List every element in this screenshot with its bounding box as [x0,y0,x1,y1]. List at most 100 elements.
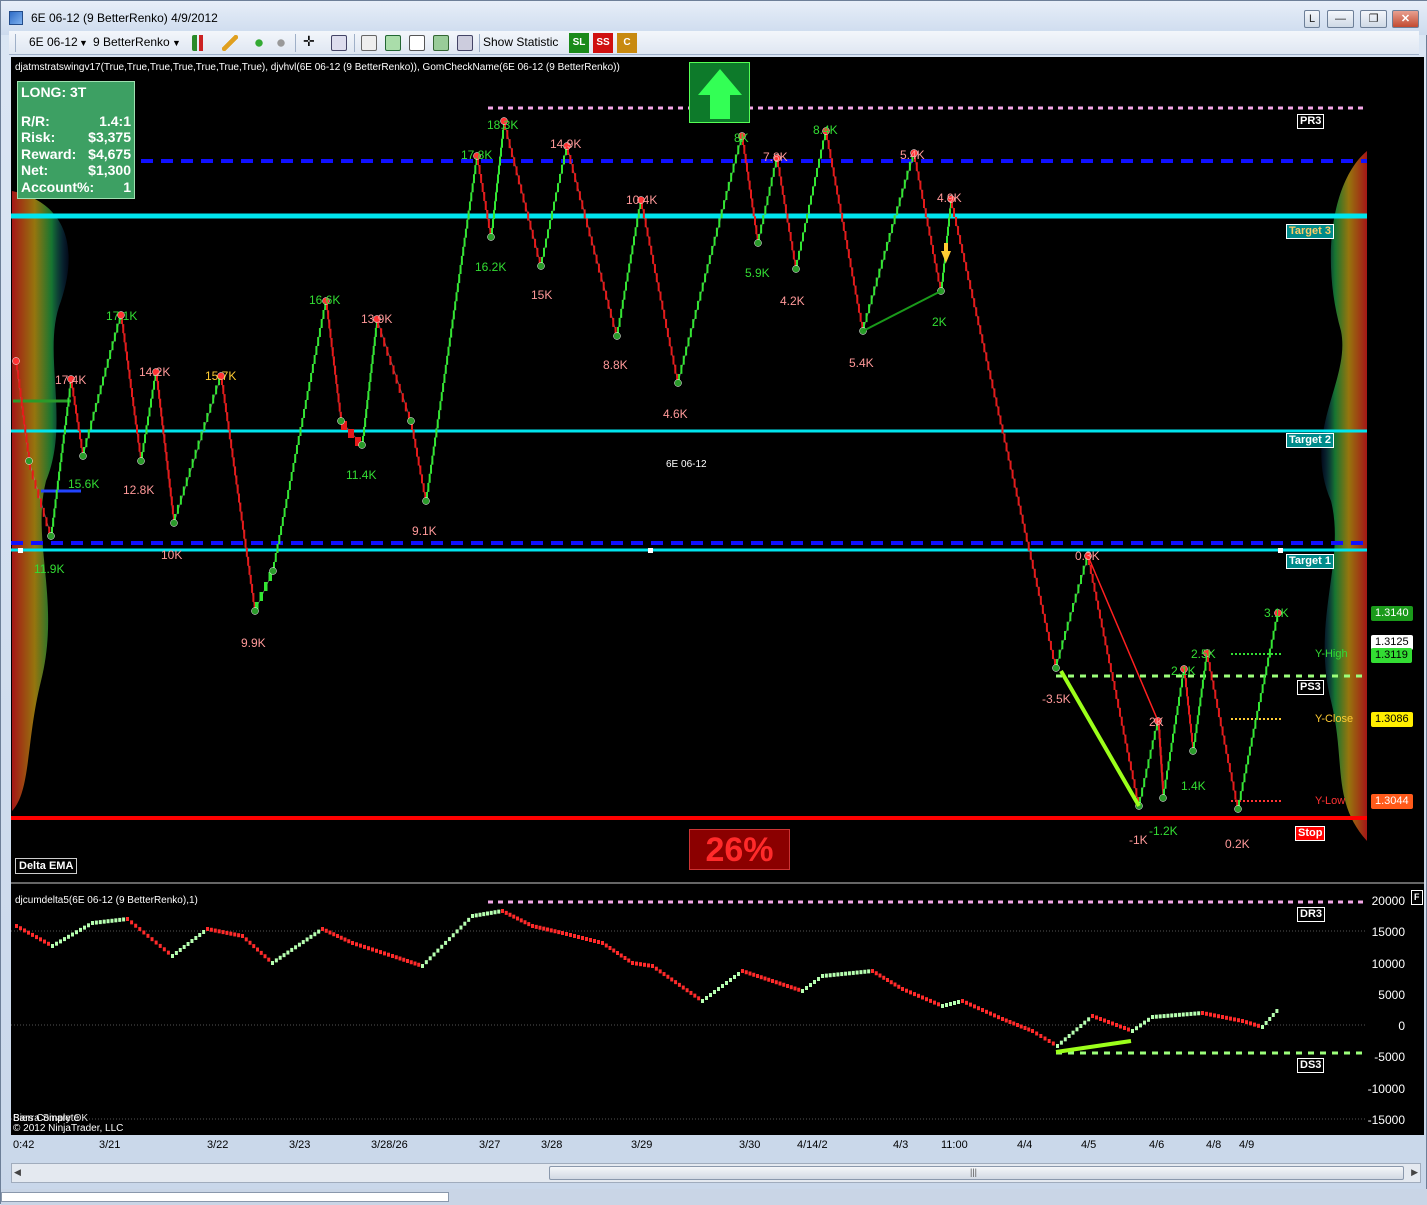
swing-pivot-dot [1159,794,1167,802]
delta-brick-down [651,964,654,968]
delta-brick-up [1087,1017,1091,1022]
delta-brick-up [67,934,70,939]
delta-brick-down [263,954,267,959]
y-low-label: Y-Low [1315,795,1346,807]
renko-brick-down [1111,672,1114,682]
scroll-thumb[interactable]: ||| [549,1166,1404,1180]
delta-brick-down [631,961,634,965]
scroll-left-icon[interactable]: ◀ [14,1167,21,1178]
info-value: $3,375 [88,129,131,145]
line-handle [1278,548,1283,553]
swing-pivot-dot [487,233,495,241]
renko-brick-down [1027,541,1030,551]
renko-brick-up [1151,740,1154,750]
renko-brick-down [1109,663,1112,673]
renko-brick-up [810,195,812,205]
delta-brick-up [294,945,298,950]
renko-brick-down [331,347,334,357]
delta-brick-down [150,937,154,942]
renko-brick-up [372,346,375,355]
delta-brick-up [867,969,871,974]
renko-brick-up [1176,706,1179,716]
renko-brick-down [789,232,792,241]
renko-brick-down [1037,586,1040,596]
swing-volume-label: 5.4K [900,148,925,162]
renko-brick-up [315,346,318,355]
panel-flag-button[interactable]: F [1411,890,1423,905]
renko-brick-up [943,263,945,273]
delta-brick-down [871,969,874,973]
renko-brick-up [948,217,950,227]
delta-brick-down [332,932,336,937]
y-close-price-label: 1.3086 [1371,712,1413,727]
info-label: R/R: [21,112,50,129]
renko-brick-down [330,337,333,347]
renko-brick-down [928,226,931,236]
renko-brick-up [628,263,631,273]
delta-brick-down [15,924,18,928]
renko-brick-up [1263,675,1266,685]
delta-brick-up [949,1002,952,1006]
renko-brick-down [1093,582,1096,592]
delta-brick-down [569,933,572,937]
renko-brick-up [898,197,901,207]
trend-line-red [1087,555,1159,722]
renko-brick-down [851,267,854,277]
renko-brick-down [335,374,338,384]
delta-brick-up [274,958,278,963]
renko-brick-down [1188,705,1190,715]
delta-brick-down [1217,1014,1220,1019]
renko-brick-down [655,273,658,283]
delta-brick-up [122,917,126,922]
date-axis-tick: 3/27 [479,1139,501,1151]
renko-brick-up [58,471,61,481]
delta-brick-down [241,934,244,938]
renko-brick-up [883,250,886,260]
renko-brick-up [1199,697,1202,707]
delta-brick-up [1067,1034,1071,1038]
delta-brick-up [436,948,440,953]
delta-axis-tick: 20000 [1371,894,1405,908]
delta-brick-down [577,935,580,939]
renko-brick-down [849,258,852,268]
renko-brick-up [145,425,148,435]
delta-brick-up [717,987,720,991]
delta-brick-up [945,1003,948,1007]
delta-brick-down [375,948,378,953]
swing-volume-label: 16.6K [309,293,341,307]
delta-brick-down [343,937,347,942]
renko-brick-up [60,453,63,463]
delta-brick-down [782,982,786,987]
delta-brick-down [693,993,697,998]
delta-brick-up [118,917,122,922]
renko-brick-up [276,544,279,553]
swing-volume-label: 17.1K [106,309,138,323]
renko-chart[interactable] [1,1,1427,1205]
renko-brick-down [226,412,229,422]
delta-brick-down [593,939,596,943]
renko-brick-down [21,406,24,416]
main-indicator-label: djatmstratswingv17(True,True,True,True,T… [15,62,620,73]
renko-brick-down [985,352,988,362]
renko-brick-down [1186,687,1188,697]
delta-brick-down [339,935,343,940]
renko-brick-down [1187,696,1189,706]
renko-brick-up [737,145,740,155]
horizontal-scrollbar[interactable]: ◀ ||| ▶ [11,1163,1421,1183]
renko-brick-up [620,308,623,318]
scroll-right-icon[interactable]: ▶ [1411,1167,1418,1178]
delta-brick-down [1099,1017,1102,1021]
swing-pivot-dot [170,519,178,527]
renko-brick-down [1161,772,1164,782]
renko-brick-up [633,236,635,246]
delta-brick-up [855,970,859,975]
swing-volume-label: 3.1K [1264,606,1289,620]
renko-brick-down [663,309,666,319]
renko-brick-up [194,449,197,459]
delta-brick-down [336,934,339,938]
renko-brick-up [1247,755,1250,765]
date-axis-tick: 3/28 [541,1139,563,1151]
delta-brick-down [937,1002,940,1007]
swing-volume-label: 2K [932,315,947,329]
renko-brick-down [747,171,750,181]
